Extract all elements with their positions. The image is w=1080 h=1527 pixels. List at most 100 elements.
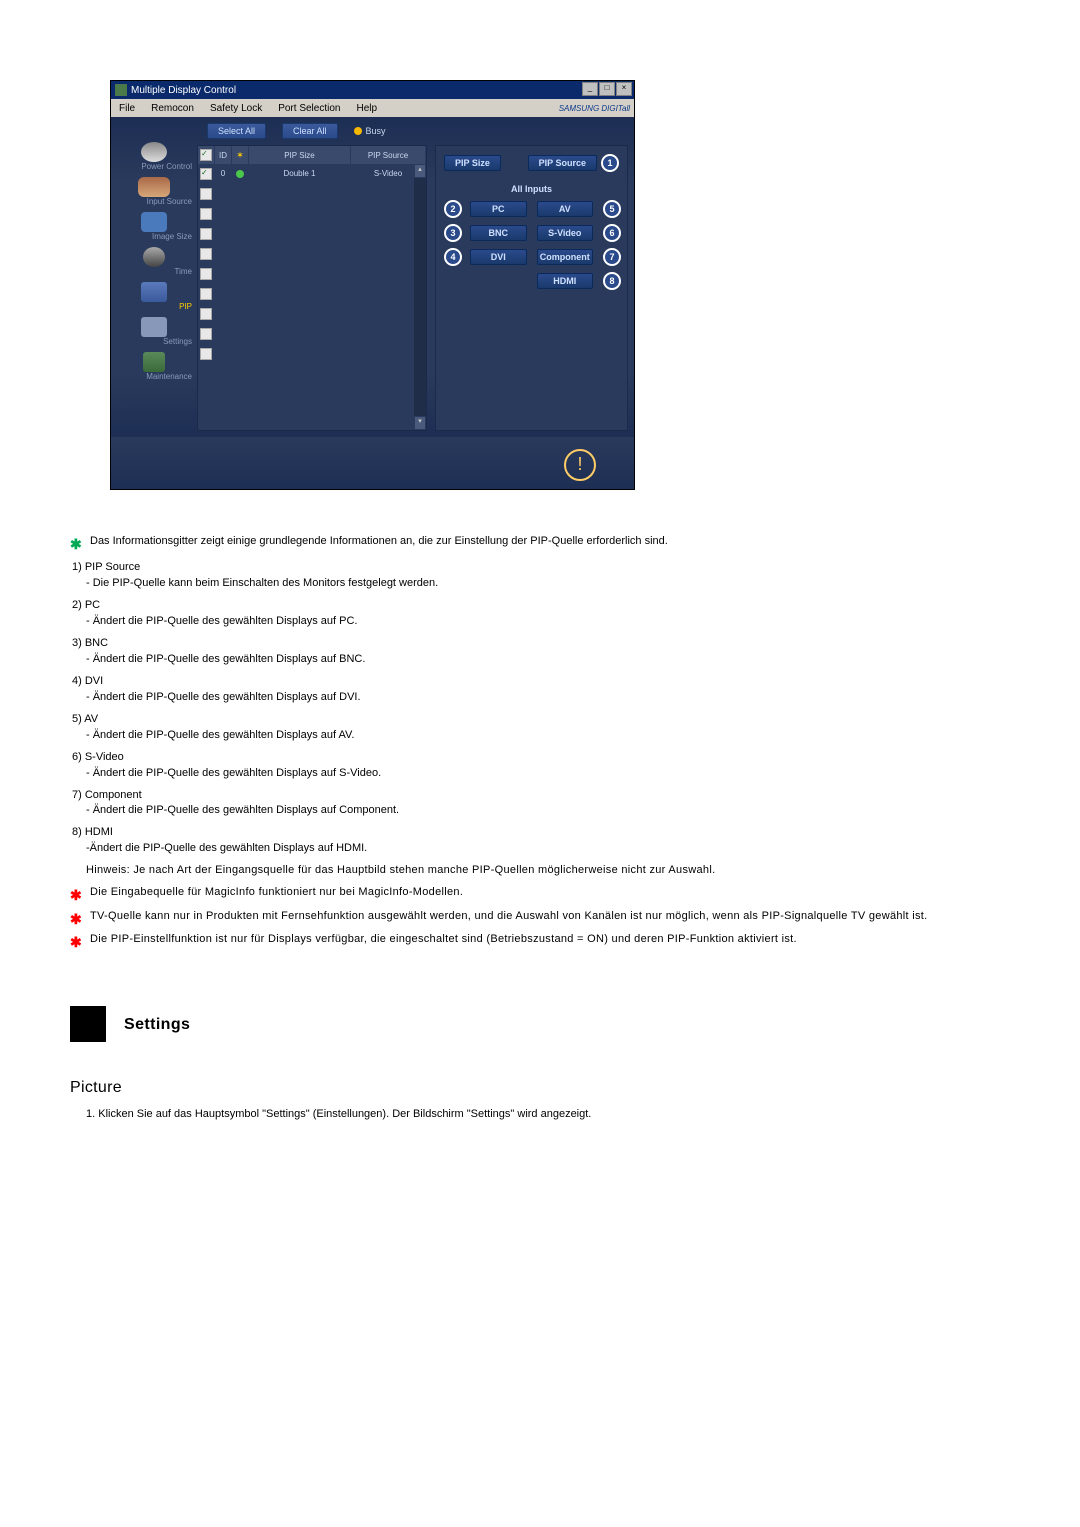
scroll-track[interactable]: [414, 178, 426, 416]
checkbox-icon[interactable]: [200, 248, 212, 260]
grid-scrollbar[interactable]: ▴ ▾: [414, 164, 426, 430]
table-row[interactable]: [198, 184, 426, 204]
star-icon: ✱: [70, 885, 84, 905]
scroll-up-button[interactable]: ▴: [414, 164, 426, 178]
row-id: 0: [215, 164, 232, 184]
input-component-button[interactable]: Component: [537, 249, 594, 265]
sidebar-label: Maintenance: [114, 372, 194, 381]
checkbox-icon[interactable]: [200, 208, 212, 220]
sidebar-item-settings[interactable]: Settings: [115, 317, 193, 346]
checkbox-icon[interactable]: [200, 188, 212, 200]
list-item: 8) HDMI -Ändert die PIP-Quelle des gewäh…: [72, 825, 1040, 857]
list-item: 7) Component - Ändert die PIP-Quelle des…: [72, 788, 1040, 820]
sidebar-item-power-control[interactable]: Power Control: [115, 142, 193, 171]
table-row[interactable]: [198, 204, 426, 224]
checkbox-icon[interactable]: [200, 308, 212, 320]
row-checkbox[interactable]: [198, 164, 215, 184]
sidebar-item-maintenance[interactable]: Maintenance: [115, 352, 193, 381]
list-item: 2) PC - Ändert die PIP-Quelle des gewähl…: [72, 598, 1040, 630]
app-body: Power Control Input Source Image Size Ti…: [111, 117, 634, 437]
power-control-icon: [141, 142, 167, 162]
table-row[interactable]: [198, 264, 426, 284]
inputs-grid: 2 PC AV 5 3 BNC S-Video 6 4 DVI Componen…: [444, 200, 619, 290]
col-pip-size[interactable]: PIP Size: [249, 146, 351, 164]
settings-block-icon: [70, 1006, 106, 1042]
menu-remocon[interactable]: Remocon: [143, 103, 202, 114]
table-row[interactable]: 0 Double 1 S-Video: [198, 164, 426, 184]
table-row[interactable]: [198, 344, 426, 364]
toolbar: Select All Clear All Busy: [197, 117, 634, 145]
sidebar-label: Settings: [114, 337, 194, 346]
maintenance-icon: [143, 352, 165, 372]
app-window: Multiple Display Control _ □ × File Remo…: [110, 80, 635, 490]
input-bnc-button[interactable]: BNC: [470, 225, 527, 241]
callout-7: 7: [603, 248, 621, 266]
select-all-button[interactable]: Select All: [207, 123, 266, 139]
col-check[interactable]: [198, 146, 215, 164]
star-note-2: ✱ TV-Quelle kann nur in Produkten mit Fe…: [70, 909, 1040, 929]
input-dvi-button[interactable]: DVI: [470, 249, 527, 265]
sidebar-label: Image Size: [114, 232, 194, 241]
app-footer: !: [111, 437, 634, 489]
picture-title: Picture: [70, 1076, 1040, 1099]
sidebar-label: Power Control: [114, 162, 194, 171]
callout-1: 1: [601, 154, 619, 172]
input-av-button[interactable]: AV: [537, 201, 594, 217]
star-text: Die PIP-Einstellfunktion ist nur für Dis…: [90, 932, 797, 952]
callout-4: 4: [444, 248, 462, 266]
header-checkbox-icon[interactable]: [200, 149, 212, 161]
checkbox-icon[interactable]: [200, 328, 212, 340]
status-dot-icon: [236, 170, 244, 178]
center-row: ID ✶ PIP Size PIP Source 0 Double 1 S-Vi…: [197, 145, 634, 437]
table-row[interactable]: [198, 244, 426, 264]
close-button[interactable]: ×: [616, 82, 632, 96]
menu-file[interactable]: File: [111, 103, 143, 114]
sidebar-label: PIP: [114, 302, 194, 311]
checkbox-icon[interactable]: [200, 168, 212, 180]
col-pip-source[interactable]: PIP Source: [351, 146, 426, 164]
checkbox-icon[interactable]: [200, 228, 212, 240]
table-row[interactable]: [198, 324, 426, 344]
minimize-button[interactable]: _: [582, 82, 598, 96]
sidebar-item-pip[interactable]: PIP: [115, 282, 193, 311]
clear-all-button[interactable]: Clear All: [282, 123, 338, 139]
pip-icon: [141, 282, 167, 302]
maximize-button[interactable]: □: [599, 82, 615, 96]
table-row[interactable]: [198, 224, 426, 244]
callout-8: 8: [603, 272, 621, 290]
checkbox-icon[interactable]: [200, 288, 212, 300]
input-pc-button[interactable]: PC: [470, 201, 527, 217]
star-icon: ✱: [70, 909, 84, 929]
sidebar: Power Control Input Source Image Size Ti…: [111, 117, 197, 437]
menu-port-selection[interactable]: Port Selection: [270, 103, 348, 114]
sidebar-item-time[interactable]: Time: [115, 247, 193, 276]
col-id[interactable]: ID: [215, 146, 232, 164]
sidebar-item-image-size[interactable]: Image Size: [115, 212, 193, 241]
checkbox-icon[interactable]: [200, 348, 212, 360]
input-hdmi-button[interactable]: HDMI: [537, 273, 594, 289]
table-row[interactable]: [198, 284, 426, 304]
brand-label: SAMSUNG DIGITall: [559, 104, 630, 113]
app-icon: [115, 84, 127, 96]
pip-size-button[interactable]: PIP Size: [444, 155, 501, 171]
time-icon: [143, 247, 165, 267]
scroll-down-button[interactable]: ▾: [414, 416, 426, 430]
pip-source-button[interactable]: PIP Source: [528, 155, 597, 171]
star-text: TV-Quelle kann nur in Produkten mit Fern…: [90, 909, 928, 929]
settings-title: Settings: [124, 1013, 190, 1036]
menu-bar: File Remocon Safety Lock Port Selection …: [111, 99, 634, 117]
sidebar-item-input-source[interactable]: Input Source: [115, 177, 193, 206]
star-icon: ✱: [70, 932, 84, 952]
table-row[interactable]: [198, 304, 426, 324]
picture-step: 1. Klicken Sie auf das Hauptsymbol "Sett…: [86, 1107, 1040, 1123]
settings-icon: [141, 317, 167, 337]
busy-label: Busy: [366, 126, 386, 136]
input-svideo-button[interactable]: S-Video: [537, 225, 594, 241]
menu-safety-lock[interactable]: Safety Lock: [202, 103, 270, 114]
list-item: 3) BNC - Ändert die PIP-Quelle des gewäh…: [72, 636, 1040, 668]
row-status: [232, 164, 249, 184]
list-item: 4) DVI - Ändert die PIP-Quelle des gewäh…: [72, 674, 1040, 706]
col-status[interactable]: ✶: [232, 146, 249, 164]
menu-help[interactable]: Help: [348, 103, 385, 114]
checkbox-icon[interactable]: [200, 268, 212, 280]
